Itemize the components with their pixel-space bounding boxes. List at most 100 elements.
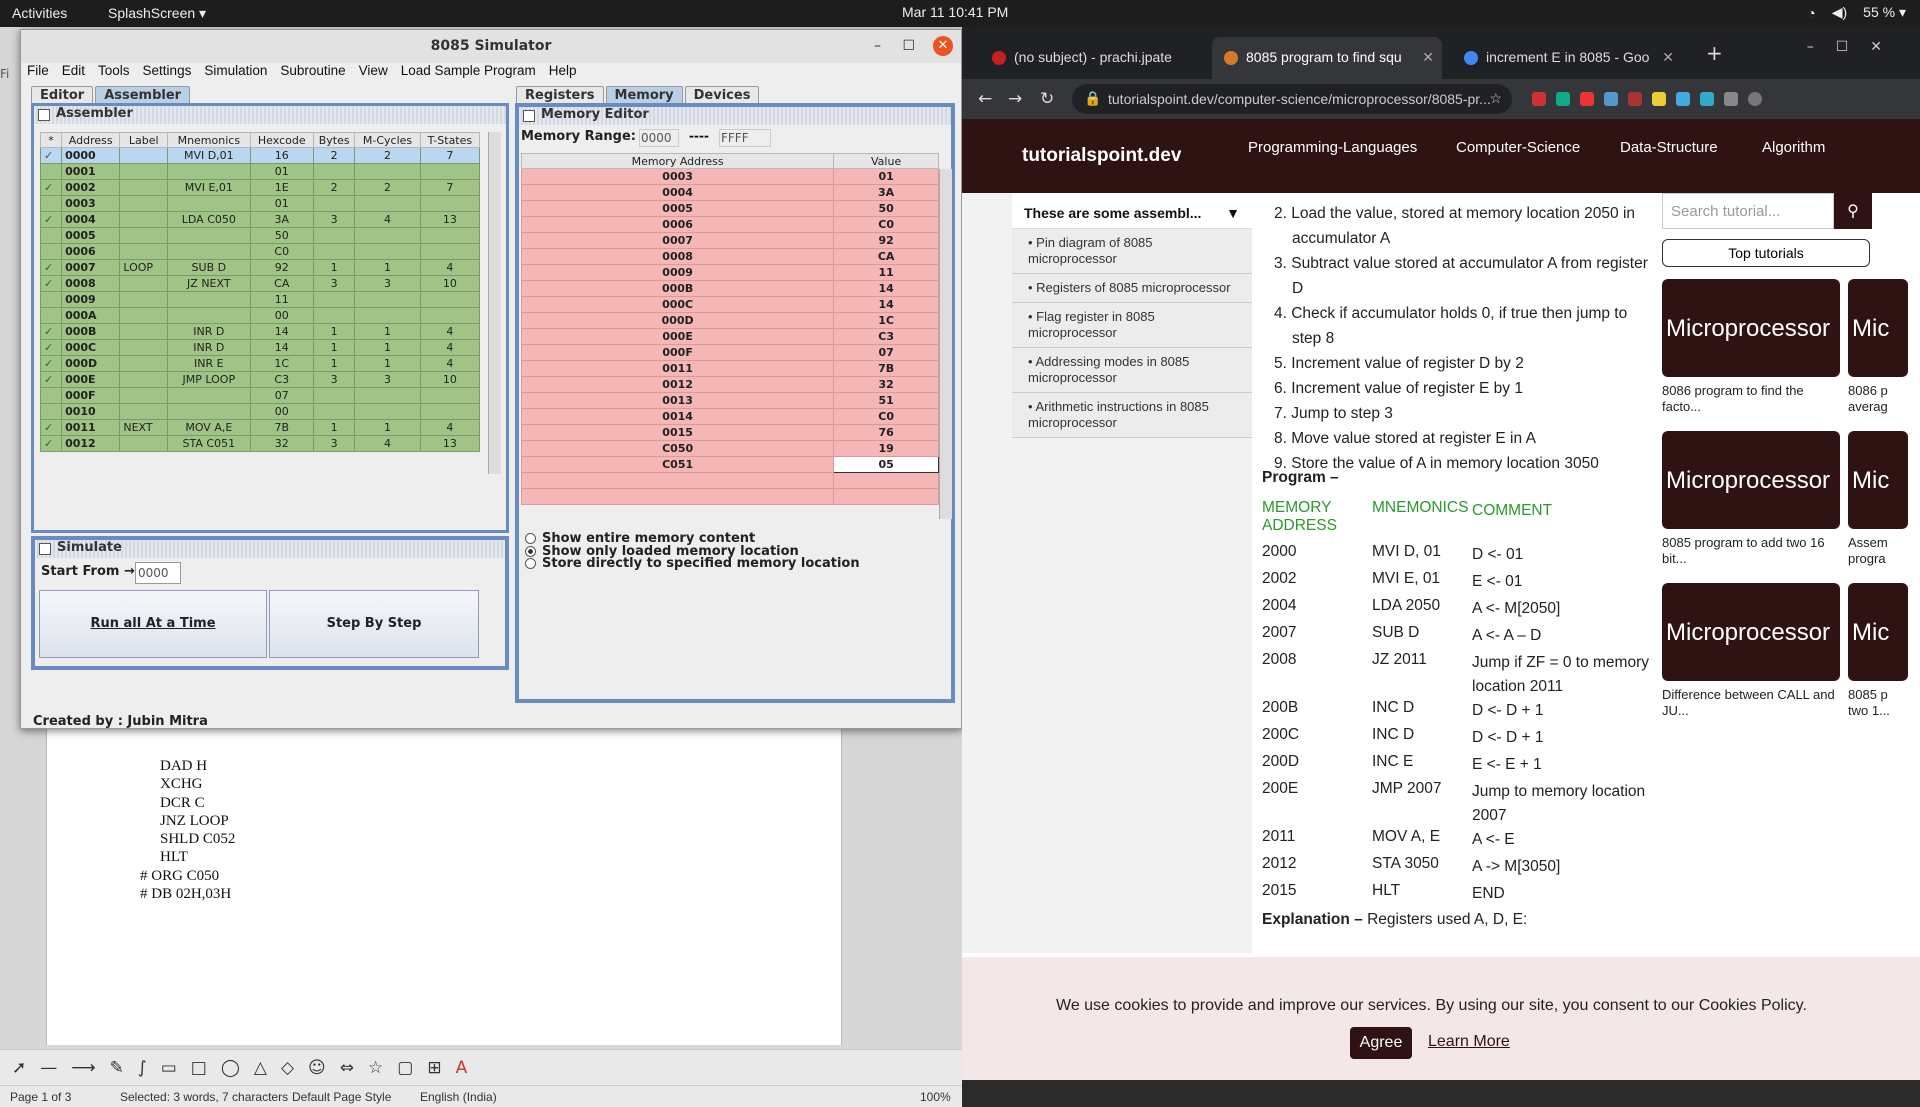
- menu-tools[interactable]: Tools: [98, 63, 130, 83]
- table-row[interactable]: ✓ 0007 LOOP SUB D 92 1 1 4: [39, 259, 481, 276]
- table-row[interactable]: ✓ 0008 JZ NEXT CA 3 3 10: [39, 275, 481, 292]
- nav-computer-science[interactable]: Computer-Science: [1456, 139, 1580, 156]
- radio-option[interactable]: Store directly to specified memory locat…: [525, 556, 860, 571]
- memory-value[interactable]: 50: [833, 200, 939, 217]
- flowchart-icon[interactable]: ⊞: [427, 1058, 441, 1078]
- table-row[interactable]: 0010 00: [39, 403, 481, 420]
- menu-settings[interactable]: Settings: [143, 63, 192, 83]
- table-row[interactable]: 0013 51: [520, 392, 939, 409]
- activities-button[interactable]: Activities: [12, 5, 67, 21]
- table-row[interactable]: 0012 32: [520, 376, 939, 393]
- simulator-titlebar[interactable]: 8085 Simulator – ☐ ✕: [21, 30, 961, 63]
- memory-value[interactable]: 76: [833, 424, 939, 441]
- menu-subroutine[interactable]: Subroutine: [280, 63, 345, 83]
- card-caption[interactable]: 8086 program to find the facto...: [1662, 383, 1842, 415]
- assembler-scrollbar[interactable]: [488, 132, 501, 474]
- agree-button[interactable]: Agree: [1350, 1027, 1412, 1059]
- table-row[interactable]: 000C 14: [520, 296, 939, 313]
- tutorial-card[interactable]: Microprocessor: [1662, 279, 1840, 377]
- start-from-input[interactable]: 0000: [135, 562, 181, 584]
- table-row[interactable]: 0005 50: [520, 200, 939, 217]
- search-icon[interactable]: ⚲: [1834, 193, 1872, 229]
- memory-value[interactable]: 05: [833, 456, 939, 473]
- card-caption[interactable]: 8085 p two 1...: [1848, 687, 1908, 719]
- table-row[interactable]: 000D 1C: [520, 312, 939, 329]
- callout-icon[interactable]: ▢: [397, 1058, 413, 1078]
- search-input[interactable]: Search tutorial...: [1662, 193, 1834, 229]
- tutorial-card[interactable]: Mic: [1848, 431, 1908, 529]
- memory-value[interactable]: CA: [833, 248, 939, 265]
- text-color-icon[interactable]: A: [456, 1058, 468, 1078]
- reload-icon[interactable]: ↻: [1040, 89, 1054, 109]
- double-arrow-icon[interactable]: ⇔: [340, 1058, 354, 1078]
- table-row[interactable]: 0005 50: [39, 227, 481, 244]
- table-row[interactable]: 000E C3: [520, 328, 939, 345]
- sidebar-header[interactable]: These are some assembl... ▼: [1012, 193, 1252, 229]
- tab-google[interactable]: increment E in 8085 - Goo ✕: [1452, 37, 1682, 79]
- table-row[interactable]: ✓ 000E JMP LOOP C3 3 3 10: [39, 371, 481, 388]
- rectangle-icon[interactable]: ▭: [161, 1058, 177, 1078]
- memory-value[interactable]: 19: [833, 440, 939, 457]
- tab-registers[interactable]: Registers: [516, 86, 604, 104]
- select-icon[interactable]: ➚: [12, 1058, 26, 1078]
- table-row[interactable]: 000A 00: [39, 307, 481, 324]
- extension-icon[interactable]: [1556, 92, 1570, 106]
- extensions-area[interactable]: [1532, 92, 1772, 110]
- curve-icon[interactable]: ∫: [138, 1058, 147, 1078]
- extension-icon[interactable]: [1628, 92, 1642, 106]
- triangle-icon[interactable]: △: [254, 1058, 267, 1078]
- assembler-table[interactable]: * Address Label Mnemonics Hexcode Bytes M-Cycl…: [39, 132, 481, 452]
- card-caption[interactable]: Assem progra: [1848, 535, 1908, 567]
- tab-editor[interactable]: Editor: [31, 86, 94, 104]
- run-all-button[interactable]: Run all At a Time: [39, 590, 267, 658]
- extension-icon[interactable]: [1532, 92, 1546, 106]
- table-row[interactable]: 0008 CA: [520, 248, 939, 265]
- sidebar-link[interactable]: • Registers of 8085 microprocessor: [1012, 274, 1252, 303]
- nav-data-structure[interactable]: Data-Structure: [1620, 139, 1718, 156]
- app-menu[interactable]: SplashScreen ▾: [108, 5, 206, 22]
- diamond-icon[interactable]: ◇: [281, 1058, 294, 1078]
- close-icon[interactable]: ✕: [933, 36, 953, 56]
- extension-icon[interactable]: [1652, 92, 1666, 106]
- tab-assembler[interactable]: Assembler: [95, 86, 191, 104]
- memory-value[interactable]: 14: [833, 280, 939, 297]
- table-row[interactable]: 0003 01: [520, 168, 939, 185]
- puzzle-icon[interactable]: [1724, 92, 1738, 106]
- memory-value[interactable]: 3A: [833, 184, 939, 201]
- address-bar[interactable]: 🔒 tutorialspoint.dev/computer-science/mi…: [1072, 84, 1512, 114]
- memory-value[interactable]: 07: [833, 344, 939, 361]
- ellipse-icon[interactable]: ◯: [221, 1058, 240, 1078]
- tab-devices[interactable]: Devices: [684, 86, 760, 104]
- tutorial-card[interactable]: Mic: [1848, 279, 1908, 377]
- tab-memory[interactable]: Memory: [605, 86, 683, 104]
- table-row[interactable]: 0015 76: [520, 424, 939, 441]
- menu-edit[interactable]: Edit: [62, 63, 85, 83]
- memory-value[interactable]: 7B: [833, 360, 939, 377]
- step-by-step-button[interactable]: Step By Step: [269, 590, 479, 658]
- zoom-level[interactable]: 100%: [920, 1090, 951, 1104]
- memory-table[interactable]: Memory Address Value 0003 01 0004 3A 0005 50 00…: [520, 153, 939, 505]
- table-row[interactable]: 000B 14: [520, 280, 939, 297]
- memory-value[interactable]: 92: [833, 232, 939, 249]
- tutorial-card[interactable]: Mic: [1848, 583, 1908, 681]
- memory-value[interactable]: C0: [833, 408, 939, 425]
- range-to-input[interactable]: FFFF: [719, 129, 771, 147]
- radio-button-icon[interactable]: [525, 545, 536, 557]
- radio-button-icon[interactable]: [525, 533, 536, 544]
- square-icon[interactable]: □: [191, 1058, 207, 1078]
- memory-value[interactable]: 14: [833, 296, 939, 313]
- extension-icon[interactable]: [1700, 92, 1714, 106]
- table-row[interactable]: ✓ 0002 MVI E,01 1E 2 2 7: [39, 179, 481, 196]
- panel-checkbox-icon[interactable]: [38, 109, 50, 121]
- panel-checkbox-icon[interactable]: [523, 110, 535, 122]
- memory-value[interactable]: 32: [833, 376, 939, 393]
- maximize-icon[interactable]: ☐: [902, 30, 915, 63]
- window-controls[interactable]: –☐✕: [1807, 39, 1904, 55]
- radio-button-icon[interactable]: [525, 558, 536, 569]
- table-row[interactable]: 0003 01: [39, 195, 481, 212]
- memory-value[interactable]: 11: [833, 264, 939, 281]
- star-icon[interactable]: ☆: [368, 1058, 383, 1078]
- table-row[interactable]: 0001 01: [39, 163, 481, 180]
- sidebar-link[interactable]: • Flag register in 8085 microprocessor: [1012, 303, 1252, 348]
- line-icon[interactable]: —: [40, 1058, 57, 1078]
